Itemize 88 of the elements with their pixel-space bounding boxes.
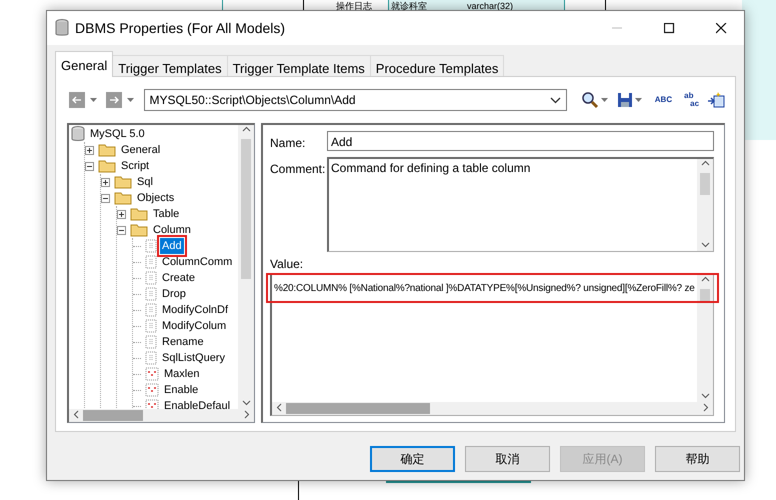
search-icon[interactable] — [580, 91, 599, 109]
column-name: 就诊科室 — [391, 0, 427, 13]
folder-icon — [114, 175, 132, 189]
right-chevron-icon[interactable] — [703, 403, 709, 412]
save-icon[interactable] — [616, 92, 633, 108]
left-chevron-icon[interactable] — [276, 403, 282, 412]
tree-item[interactable]: Column — [151, 222, 193, 238]
path-combo-box[interactable]: MYSQL50::Script\Objects\Column\Add — [144, 89, 567, 111]
dropdown-caret-icon[interactable] — [126, 98, 134, 102]
up-chevron-icon[interactable] — [700, 276, 710, 282]
tab[interactable]: General — [55, 51, 114, 77]
dropdown-caret-icon[interactable] — [88, 98, 98, 102]
tab[interactable]: Trigger Template Items — [226, 55, 371, 77]
scrollbar-thumb[interactable] — [700, 173, 710, 195]
up-chevron-icon[interactable] — [242, 126, 250, 132]
dialog-button[interactable]: 帮助 — [655, 446, 740, 472]
down-chevron-icon[interactable] — [242, 400, 250, 406]
tab[interactable]: Procedure Templates — [370, 55, 504, 77]
down-chevron-icon[interactable] — [700, 242, 710, 248]
script-file-icon — [145, 271, 157, 285]
tree-item[interactable]: Script — [119, 158, 152, 174]
script-file-icon — [145, 287, 157, 301]
value-file-icon — [145, 383, 159, 397]
name-field[interactable]: Add — [327, 131, 714, 151]
right-chevron-icon[interactable] — [244, 410, 250, 420]
up-chevron-icon[interactable] — [700, 160, 710, 166]
tree-item[interactable]: Table — [151, 206, 182, 222]
plus-box-icon[interactable] — [85, 146, 94, 154]
folder-icon — [130, 223, 148, 237]
script-file-icon — [145, 255, 157, 269]
right-arrow-icon — [108, 96, 119, 104]
script-file-icon — [145, 239, 157, 253]
vertical-scrollbar[interactable] — [697, 159, 713, 251]
horizontal-scrollbar[interactable] — [272, 402, 713, 415]
tree-item[interactable]: MySQL 5.0 — [88, 126, 147, 142]
tree-item[interactable]: Maxlen — [162, 366, 202, 382]
comment-field[interactable]: Command for defining a table column — [327, 157, 714, 252]
scrollbar-thumb[interactable] — [241, 139, 251, 279]
database-icon — [71, 126, 85, 142]
left-chevron-icon[interactable] — [73, 410, 79, 420]
tree-item[interactable]: EnableDefaul — [162, 398, 232, 409]
database-icon — [55, 19, 69, 37]
tree-item[interactable]: Add — [160, 238, 184, 254]
scrollbar-thumb[interactable] — [286, 403, 430, 414]
scrollbar-thumb[interactable] — [83, 410, 143, 421]
value-file-icon — [145, 399, 159, 409]
vertical-scrollbar[interactable] — [238, 125, 254, 409]
vertical-scrollbar[interactable] — [697, 275, 713, 402]
plus-box-icon[interactable] — [117, 210, 126, 218]
dropdown-caret-icon[interactable] — [634, 98, 643, 102]
dialog-button[interactable]: 取消 — [465, 446, 550, 472]
field-label: Name: — [270, 135, 306, 152]
folder-icon — [130, 207, 148, 221]
folder-icon — [114, 191, 132, 205]
import-icon[interactable] — [707, 91, 726, 109]
script-file-icon — [145, 335, 157, 349]
dropdown-caret-icon[interactable] — [600, 98, 609, 102]
window-title: DBMS Properties (For All Models) — [75, 18, 286, 38]
minus-box-icon[interactable] — [117, 226, 126, 234]
spell-check-tool[interactable]: ABC — [654, 90, 672, 110]
script-file-icon — [145, 351, 157, 365]
field-label: Comment: — [270, 161, 323, 178]
field-label: Value: — [270, 256, 304, 273]
tree-item[interactable]: Drop — [160, 286, 188, 302]
dialog-button[interactable]: 确定 — [370, 446, 455, 472]
tree-item[interactable]: ModifyColum — [160, 318, 228, 334]
tree-item[interactable]: ModifyColnDf — [160, 302, 230, 318]
script-file-icon — [145, 303, 157, 317]
tree-item[interactable]: ColumnComm — [160, 254, 234, 270]
script-file-icon — [145, 319, 157, 333]
left-arrow-icon — [72, 96, 82, 104]
minus-box-icon[interactable] — [101, 194, 110, 202]
tree-item[interactable]: General — [119, 142, 162, 158]
replace-tool[interactable]: ab ac — [684, 90, 700, 110]
tree-item[interactable]: Sql — [135, 174, 155, 190]
value-file-icon — [145, 367, 159, 381]
tree-item[interactable]: Rename — [160, 334, 206, 350]
tree-item[interactable]: Create — [160, 270, 198, 286]
down-chevron-icon[interactable] — [700, 393, 710, 400]
tree-item[interactable]: Enable — [162, 382, 200, 398]
folder-icon — [98, 143, 116, 157]
folder-icon — [98, 159, 116, 173]
tree-item[interactable]: Objects — [135, 190, 176, 206]
plus-box-icon[interactable] — [101, 178, 110, 186]
horizontal-scrollbar[interactable] — [69, 409, 254, 422]
tab[interactable]: Trigger Templates — [112, 55, 228, 77]
minus-box-icon[interactable] — [85, 162, 94, 170]
tree-item[interactable]: SqlListQuery — [160, 350, 227, 366]
